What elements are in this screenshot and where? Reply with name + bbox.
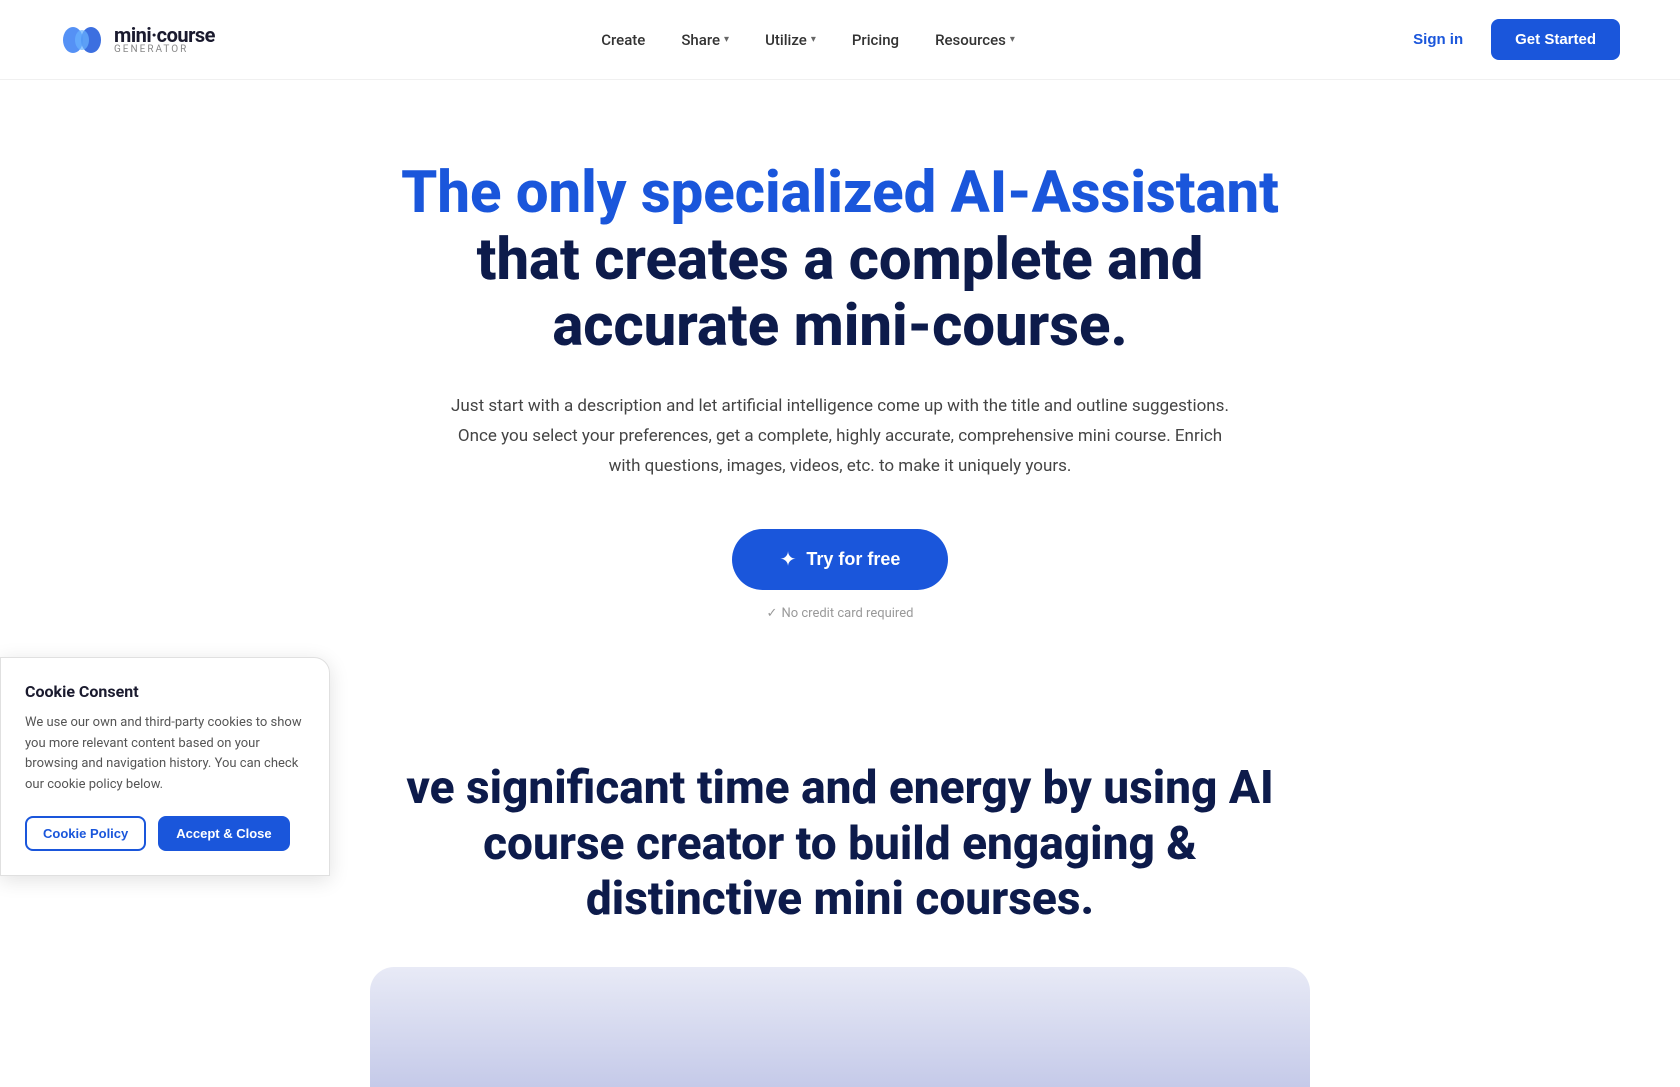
cookie-consent-banner: Cookie Consent We use our own and third-… xyxy=(0,657,330,876)
logo[interactable]: mini·course GENERATOR xyxy=(60,18,215,62)
accept-close-button[interactable]: Accept & Close xyxy=(158,816,289,851)
nav-item-utilize[interactable]: Utilize ▾ xyxy=(765,31,816,49)
sign-in-button[interactable]: Sign in xyxy=(1401,23,1475,56)
nav-link-create[interactable]: Create xyxy=(601,31,645,49)
get-started-button[interactable]: Get Started xyxy=(1491,19,1620,60)
hero-title: The only specialized AI-Assistant that c… xyxy=(400,160,1280,360)
check-icon: ✓ xyxy=(767,606,778,621)
plus-icon: ✦ xyxy=(780,547,797,572)
cookie-text: We use our own and third-party cookies t… xyxy=(25,713,305,796)
logo-subtitle: GENERATOR xyxy=(114,45,215,55)
nav-link-resources[interactable]: Resources ▾ xyxy=(935,31,1015,49)
hero-title-blue: The only specialized AI-Assistant xyxy=(401,159,1279,227)
second-section-title: ve significant time and energy by using … xyxy=(390,761,1290,927)
hero-title-dark: that creates a complete and accurate min… xyxy=(477,226,1204,361)
cookie-policy-button[interactable]: Cookie Policy xyxy=(25,816,146,851)
logo-name: mini·course xyxy=(114,25,215,45)
nav-link-utilize[interactable]: Utilize ▾ xyxy=(765,31,816,49)
nav-item-share[interactable]: Share ▾ xyxy=(681,31,729,49)
logo-icon xyxy=(60,18,104,62)
nav-actions: Sign in Get Started xyxy=(1401,19,1620,60)
second-section-title-text: ve significant time and energy by using … xyxy=(406,761,1273,925)
try-free-label: Try for free xyxy=(806,549,900,570)
try-for-free-button[interactable]: ✦ Try for free xyxy=(732,529,949,590)
nav-item-create[interactable]: Create xyxy=(601,31,645,49)
chevron-down-icon: ▾ xyxy=(1010,34,1015,45)
nav-link-pricing[interactable]: Pricing xyxy=(852,31,899,49)
cookie-title: Cookie Consent xyxy=(25,682,305,701)
cookie-actions: Cookie Policy Accept & Close xyxy=(25,816,305,851)
second-section-bg xyxy=(370,967,1310,1087)
chevron-down-icon: ▾ xyxy=(724,34,729,45)
nav-item-pricing[interactable]: Pricing xyxy=(852,31,899,49)
navbar: mini·course GENERATOR Create Share ▾ Uti… xyxy=(0,0,1680,80)
no-credit-card-notice: ✓ No credit card required xyxy=(767,606,914,621)
hero-description: Just start with a description and let ar… xyxy=(450,392,1230,481)
nav-links: Create Share ▾ Utilize ▾ Pricing Resourc… xyxy=(601,31,1015,49)
nav-link-share[interactable]: Share ▾ xyxy=(681,31,729,49)
logo-text: mini·course GENERATOR xyxy=(114,25,215,55)
chevron-down-icon: ▾ xyxy=(811,34,816,45)
nav-item-resources[interactable]: Resources ▾ xyxy=(935,31,1015,49)
hero-section: The only specialized AI-Assistant that c… xyxy=(340,80,1340,681)
no-credit-card-text: No credit card required xyxy=(781,606,913,621)
